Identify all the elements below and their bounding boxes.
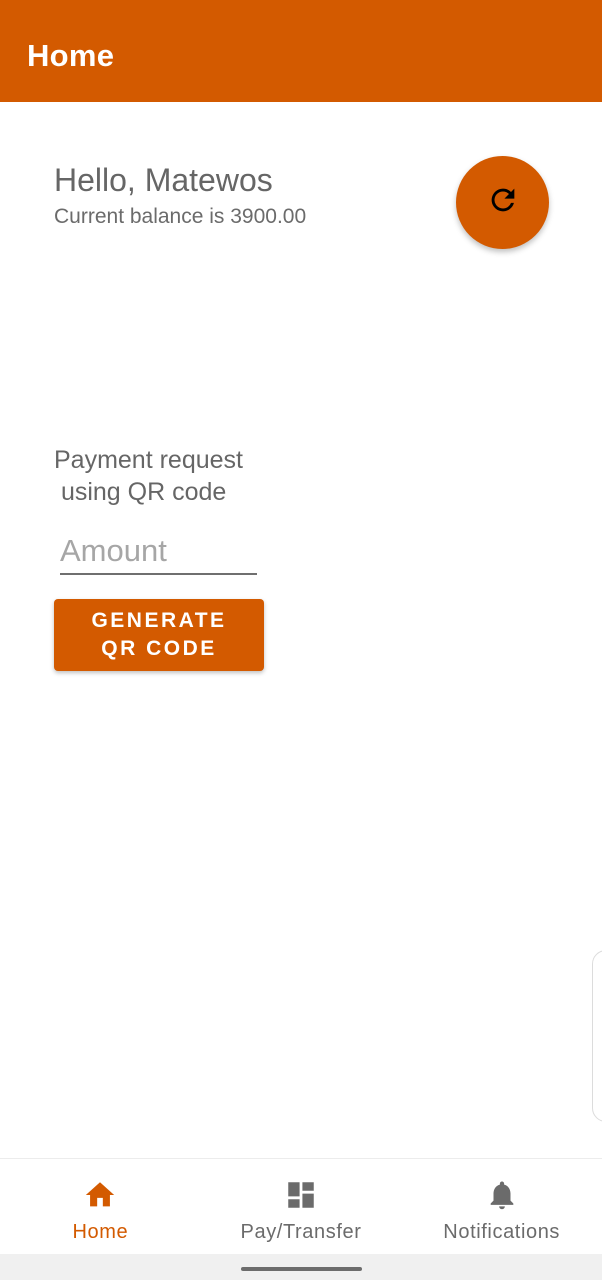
system-gesture-bar	[0, 1254, 602, 1280]
amount-field[interactable]	[60, 528, 257, 575]
generate-qr-code-label-line2: QR CODE	[101, 637, 217, 660]
nav-item-home[interactable]: Home	[0, 1159, 201, 1254]
app-bar: Home	[0, 0, 602, 102]
home-screen: Home Hello, Matewos Current balance is 3…	[0, 0, 602, 1280]
qr-request-label: Payment request using QR code	[54, 446, 243, 506]
refresh-icon	[486, 183, 520, 222]
nav-label-notifications: Notifications	[443, 1221, 561, 1243]
nav-label-pay-transfer: Pay/Transfer	[240, 1221, 362, 1243]
generate-qr-code-button[interactable]: GENERATE QR CODE	[54, 599, 264, 671]
balance-text: Current balance is 3900.00	[54, 205, 307, 228]
dashboard-icon	[283, 1177, 319, 1213]
refresh-button[interactable]	[456, 156, 549, 249]
generate-qr-code-label-line1: GENERATE	[91, 609, 227, 632]
bottom-navigation: Home Pay/Transfer Notifications	[0, 1158, 602, 1254]
home-icon	[82, 1177, 118, 1213]
amount-input[interactable]	[60, 528, 257, 573]
nav-item-notifications[interactable]: Notifications	[401, 1159, 602, 1254]
nav-item-pay-transfer[interactable]: Pay/Transfer	[201, 1159, 402, 1254]
bell-icon	[484, 1177, 520, 1213]
page-title: Home	[27, 38, 115, 73]
edge-panel-handle[interactable]	[592, 950, 602, 1122]
home-gesture-handle[interactable]	[241, 1267, 362, 1271]
nav-label-home: Home	[72, 1221, 129, 1243]
greeting-text: Hello, Matewos	[54, 162, 273, 198]
